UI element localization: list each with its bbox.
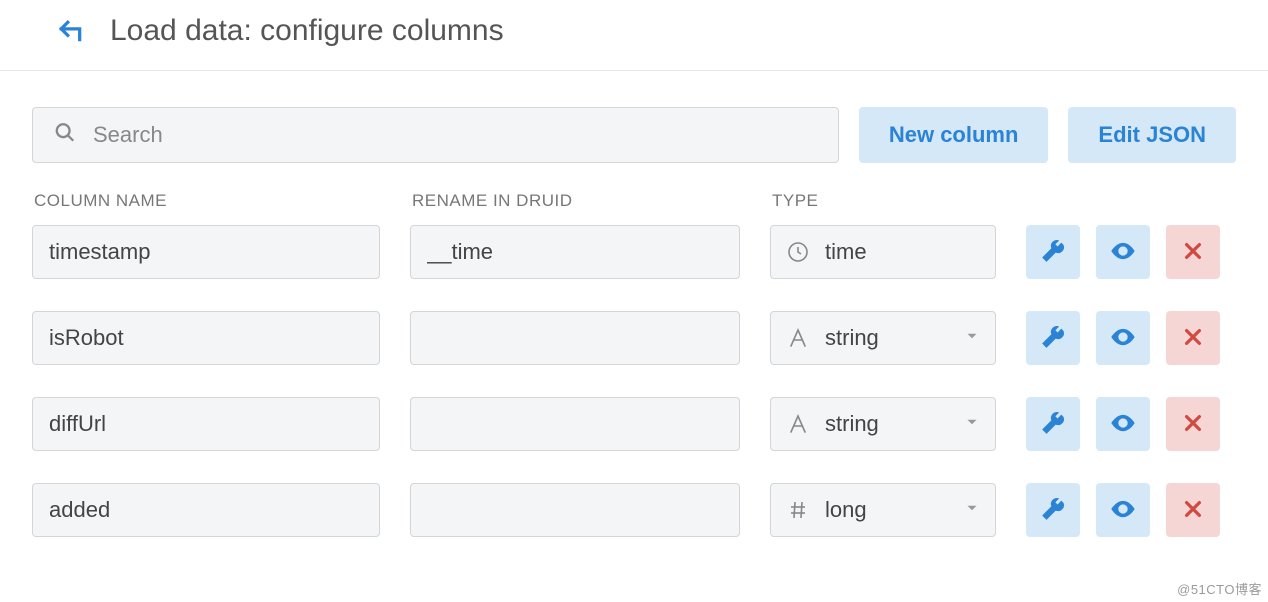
chevron-down-icon xyxy=(963,325,981,351)
delete-button[interactable] xyxy=(1166,397,1220,451)
preview-button[interactable] xyxy=(1096,483,1150,537)
close-icon xyxy=(1182,498,1204,523)
new-column-button[interactable]: New column xyxy=(859,107,1049,163)
delete-button[interactable] xyxy=(1166,225,1220,279)
row-actions xyxy=(1026,397,1220,451)
search-icon xyxy=(54,122,76,149)
header-type: TYPE xyxy=(772,191,998,211)
search-input[interactable] xyxy=(32,107,839,163)
type-select[interactable]: long xyxy=(770,483,996,537)
page-title: Load data: configure columns xyxy=(110,14,504,48)
back-icon[interactable] xyxy=(56,18,86,44)
header-rename: RENAME IN DRUID xyxy=(412,191,742,211)
configure-button[interactable] xyxy=(1026,311,1080,365)
row-actions xyxy=(1026,483,1220,537)
toolbar: New column Edit JSON xyxy=(32,107,1236,163)
type-letter-icon xyxy=(785,326,811,350)
wrench-icon xyxy=(1040,410,1066,439)
column-name-input[interactable] xyxy=(32,483,380,537)
row-actions xyxy=(1026,225,1220,279)
type-label: time xyxy=(825,239,981,265)
type-label: long xyxy=(825,497,949,523)
page-header: Load data: configure columns xyxy=(0,0,1268,71)
edit-json-button[interactable]: Edit JSON xyxy=(1068,107,1236,163)
type-clock-icon xyxy=(785,240,811,264)
rows-container: time string xyxy=(32,225,1236,537)
type-label: string xyxy=(825,325,949,351)
column-row: time xyxy=(32,225,1236,279)
column-row: string xyxy=(32,397,1236,451)
column-name-input[interactable] xyxy=(32,397,380,451)
column-row: string xyxy=(32,311,1236,365)
wrench-icon xyxy=(1040,496,1066,525)
watermark: @51CTO博客 xyxy=(1177,579,1262,598)
content-area: New column Edit JSON COLUMN NAME RENAME … xyxy=(0,71,1268,555)
eye-icon xyxy=(1109,495,1137,526)
chevron-down-icon xyxy=(963,411,981,437)
row-actions xyxy=(1026,311,1220,365)
rename-input[interactable] xyxy=(410,397,740,451)
type-hash-icon xyxy=(785,498,811,522)
column-name-input[interactable] xyxy=(32,311,380,365)
column-name-input[interactable] xyxy=(32,225,380,279)
search-wrap xyxy=(32,107,839,163)
rename-input[interactable] xyxy=(410,483,740,537)
delete-button[interactable] xyxy=(1166,483,1220,537)
configure-button[interactable] xyxy=(1026,397,1080,451)
eye-icon xyxy=(1109,323,1137,354)
rename-input[interactable] xyxy=(410,225,740,279)
rename-input[interactable] xyxy=(410,311,740,365)
eye-icon xyxy=(1109,409,1137,440)
type-letter-icon xyxy=(785,412,811,436)
wrench-icon xyxy=(1040,324,1066,353)
column-row: long xyxy=(32,483,1236,537)
configure-button[interactable] xyxy=(1026,483,1080,537)
close-icon xyxy=(1182,326,1204,351)
type-select[interactable]: time xyxy=(770,225,996,279)
close-icon xyxy=(1182,240,1204,265)
header-column-name: COLUMN NAME xyxy=(34,191,382,211)
delete-button[interactable] xyxy=(1166,311,1220,365)
preview-button[interactable] xyxy=(1096,225,1150,279)
type-select[interactable]: string xyxy=(770,311,996,365)
preview-button[interactable] xyxy=(1096,311,1150,365)
wrench-icon xyxy=(1040,238,1066,267)
type-label: string xyxy=(825,411,949,437)
preview-button[interactable] xyxy=(1096,397,1150,451)
close-icon xyxy=(1182,412,1204,437)
type-select[interactable]: string xyxy=(770,397,996,451)
chevron-down-icon xyxy=(963,497,981,523)
eye-icon xyxy=(1109,237,1137,268)
configure-button[interactable] xyxy=(1026,225,1080,279)
column-headers: COLUMN NAME RENAME IN DRUID TYPE xyxy=(32,191,1236,211)
